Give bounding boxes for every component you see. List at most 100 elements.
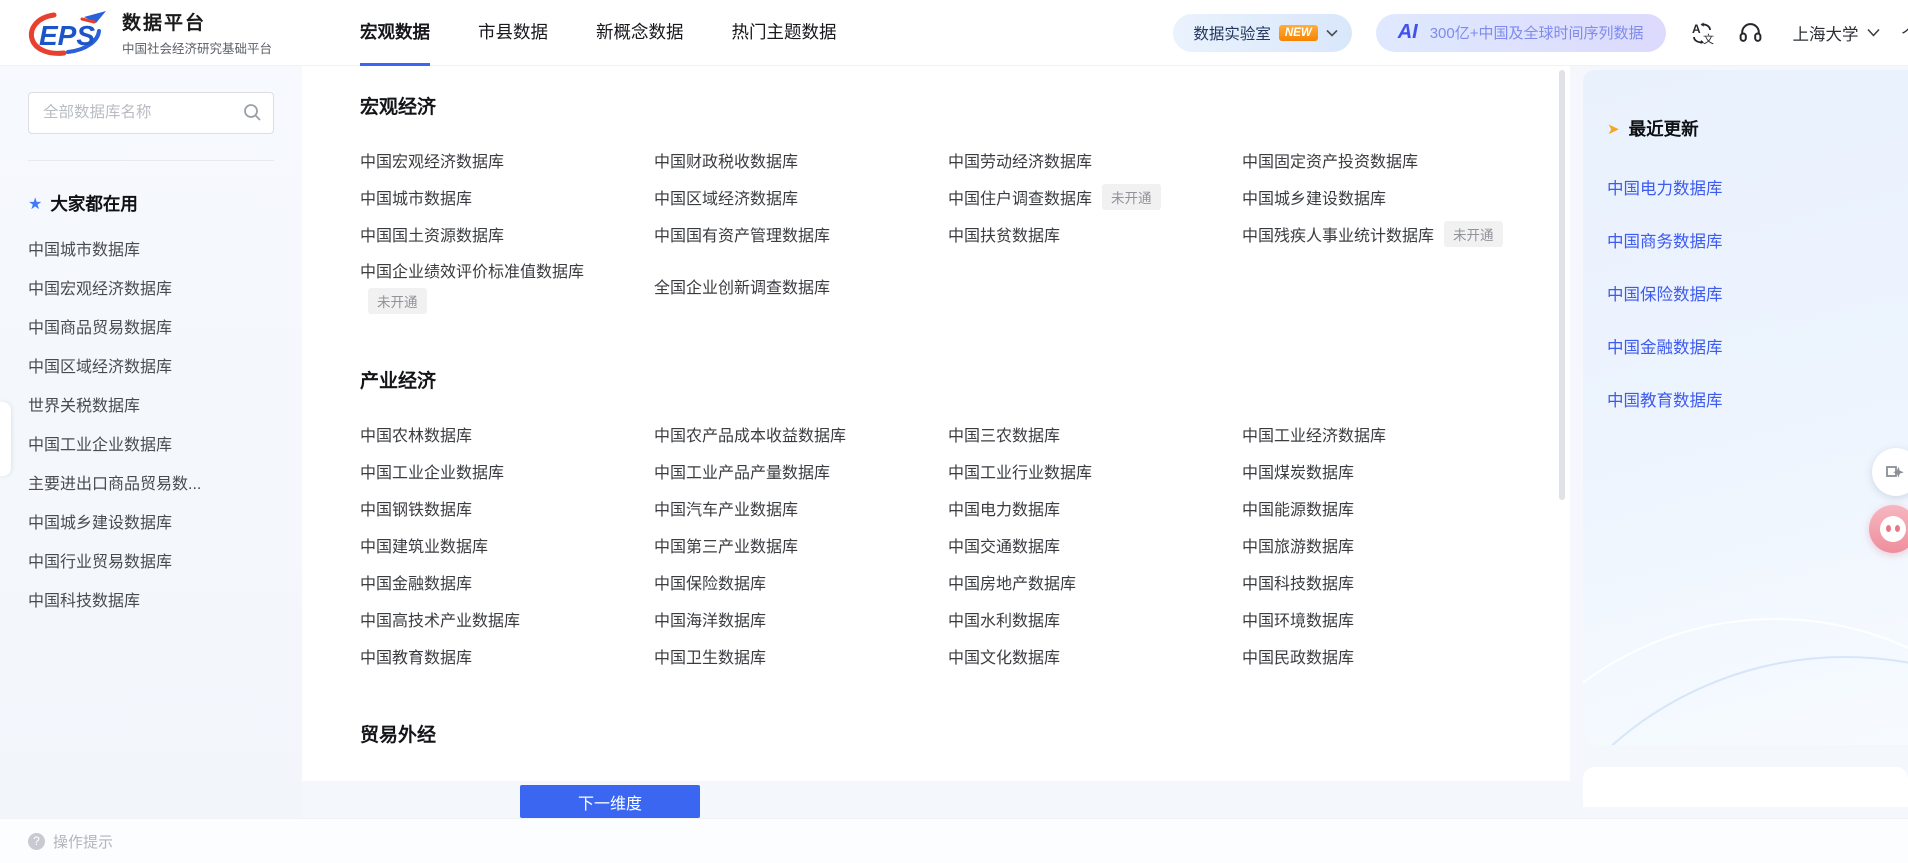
database-link-item: 中国商品贸易数据库 xyxy=(360,776,654,782)
logo[interactable]: EPS 数据平台 中国社会经济研究基础平台 xyxy=(24,7,272,59)
operation-hint[interactable]: ? 操作提示 xyxy=(28,831,113,852)
nav-tab[interactable]: 宏观数据 xyxy=(360,0,430,66)
database-link[interactable]: 中国区域经济数据库 xyxy=(654,185,798,209)
database-link[interactable]: 中国旅游数据库 xyxy=(1242,533,1354,557)
database-link-item: 中国海洋数据库 xyxy=(654,607,948,631)
sidebar-database-link[interactable]: 主要进出口商品贸易数... xyxy=(28,462,274,501)
database-link[interactable]: 中国保险数据库 xyxy=(654,570,766,594)
ai-label: 300亿+中国及全球时间序列数据 xyxy=(1430,22,1644,43)
headset-support-icon[interactable] xyxy=(1738,20,1763,45)
database-link[interactable]: 中国金融数据库 xyxy=(360,570,472,594)
database-link[interactable]: 中国建筑业数据库 xyxy=(360,533,488,557)
database-link[interactable]: 中国交通数据库 xyxy=(948,533,1060,557)
database-link[interactable]: 中国煤炭数据库 xyxy=(1242,459,1354,483)
database-link[interactable]: 中国国土资源数据库 xyxy=(360,222,504,246)
database-grid: 中国农林数据库 中国农产品成本收益数据库 中国三农数据库 中国工业经济数据库 xyxy=(360,415,1570,674)
database-link[interactable]: 中国工业产品产量数据库 xyxy=(654,459,830,483)
database-link[interactable]: 中国第三产业数据库 xyxy=(654,533,798,557)
recent-update-item: 中国商务数据库 xyxy=(1607,228,1908,252)
database-link[interactable]: 中国卫生数据库 xyxy=(654,644,766,668)
sidebar-database-link[interactable]: 中国城乡建设数据库 xyxy=(28,501,274,540)
database-link[interactable]: 中国宏观经济数据库 xyxy=(360,148,504,172)
database-link[interactable]: 中国商品贸易数据库 xyxy=(360,776,504,782)
recent-update-link[interactable]: 中国教育数据库 xyxy=(1607,392,1723,410)
database-link[interactable]: 中国农林数据库 xyxy=(360,422,472,446)
database-link[interactable]: 全国企业创新调查数据库 xyxy=(654,274,830,298)
database-link[interactable]: 中国钢铁数据库 xyxy=(360,496,472,520)
sidebar-database-link[interactable]: 中国宏观经济数据库 xyxy=(28,267,274,306)
svg-text:EPS: EPS xyxy=(39,20,95,51)
search-icon[interactable] xyxy=(243,103,262,122)
search-input[interactable] xyxy=(28,92,274,134)
popular-database-list: 中国城市数据库 中国宏观经济数据库 中国商品贸易数据库 中国区域经济数据库 世界… xyxy=(28,228,274,618)
database-link[interactable]: 中国城乡建设数据库 xyxy=(1242,185,1386,209)
sidebar-database-link[interactable]: 中国工业企业数据库 xyxy=(28,423,274,462)
database-link[interactable]: 中国企业绩效评价标准值数据库 xyxy=(360,258,584,282)
nav-tab[interactable]: 新概念数据 xyxy=(596,0,684,66)
sidebar-database-link[interactable]: 中国商品贸易数据库 xyxy=(28,306,274,345)
database-link-item: 中国教育数据库 xyxy=(360,644,654,668)
ai-data-button[interactable]: AI 300亿+中国及全球时间序列数据 xyxy=(1376,14,1666,52)
section-foreign-trade: 贸易外经 中国商品贸易数据库 中国地区贸易数据库 中国行业贸易数据库 xyxy=(360,720,1570,781)
recent-update-link[interactable]: 中国商务数据库 xyxy=(1607,233,1723,251)
sidebar-database-link[interactable]: 中国科技数据库 xyxy=(28,579,274,618)
database-link-item: 中国文化数据库 xyxy=(948,644,1242,668)
sidebar-collapse-handle[interactable] xyxy=(0,402,11,476)
recent-update-link[interactable]: 中国电力数据库 xyxy=(1607,180,1723,198)
sidebar-database-link[interactable]: 世界关税数据库 xyxy=(28,384,274,423)
database-link[interactable]: 中国工业经济数据库 xyxy=(1242,422,1386,446)
popular-section-title: 大家都在用 xyxy=(50,191,138,216)
database-link-item: 中国工业产品产量数据库 xyxy=(654,459,948,483)
scrollbar-thumb[interactable] xyxy=(1559,70,1565,500)
database-link[interactable]: 中国汽车产业数据库 xyxy=(654,496,798,520)
database-link[interactable]: 中国能源数据库 xyxy=(1242,496,1354,520)
next-dimension-button[interactable]: 下一维度 xyxy=(520,785,700,818)
database-link[interactable]: 中国住户调查数据库 xyxy=(948,185,1092,209)
database-link[interactable]: 中国科技数据库 xyxy=(1242,570,1354,594)
database-link[interactable]: 中国贸易指数数据库 xyxy=(1242,776,1386,782)
language-switch-icon[interactable]: A 文 xyxy=(1690,21,1714,45)
database-link[interactable]: 中国高技术产业数据库 xyxy=(360,607,520,631)
footer-bar: ? 操作提示 xyxy=(0,818,1908,863)
database-link[interactable]: 中国地区贸易数据库 xyxy=(654,776,798,782)
sidebar-database-link[interactable]: 中国城市数据库 xyxy=(28,228,274,267)
database-link[interactable]: 中国行业贸易数据库 xyxy=(948,776,1092,782)
sidebar-database-link[interactable]: 中国区域经济数据库 xyxy=(28,345,274,384)
database-link-item: 中国建筑业数据库 xyxy=(360,533,654,557)
database-link[interactable]: 中国三农数据库 xyxy=(948,422,1060,446)
database-link-item: 中国企业绩效评价标准值数据库 未开通 xyxy=(360,252,654,320)
recent-update-link[interactable]: 中国金融数据库 xyxy=(1607,339,1723,357)
database-link[interactable]: 中国财政税收数据库 xyxy=(654,148,798,172)
data-lab-button[interactable]: 数据实验室 NEW xyxy=(1173,14,1351,52)
database-link[interactable]: 中国教育数据库 xyxy=(360,644,472,668)
database-link[interactable]: 中国工业企业数据库 xyxy=(360,459,504,483)
database-link[interactable]: 中国文化数据库 xyxy=(948,644,1060,668)
recent-update-link[interactable]: 中国保险数据库 xyxy=(1607,286,1723,304)
database-link[interactable]: 中国国有资产管理数据库 xyxy=(654,222,830,246)
nav-tab[interactable]: 市县数据 xyxy=(478,0,548,66)
nav-tab[interactable]: 热门主题数据 xyxy=(732,0,837,66)
database-link-item: 中国区域经济数据库 xyxy=(654,185,948,209)
database-link[interactable]: 中国水利数据库 xyxy=(948,607,1060,631)
database-link[interactable]: 中国工业行业数据库 xyxy=(948,459,1092,483)
database-link[interactable]: 中国农产品成本收益数据库 xyxy=(654,422,846,446)
section-title: 宏观经济 xyxy=(360,92,1570,119)
database-link-item: 中国汽车产业数据库 xyxy=(654,496,948,520)
database-link[interactable]: 中国扶贫数据库 xyxy=(948,222,1060,246)
database-link[interactable]: 中国房地产数据库 xyxy=(948,570,1076,594)
account-menu[interactable]: 上海大学 xyxy=(1793,21,1880,45)
database-link[interactable]: 中国城市数据库 xyxy=(360,185,472,209)
clipped-menu-item[interactable]: 个 xyxy=(1902,21,1908,45)
database-link-item: 中国工业行业数据库 xyxy=(948,459,1242,483)
database-link[interactable]: 中国民政数据库 xyxy=(1242,644,1354,668)
sidebar-database-link[interactable]: 中国行业贸易数据库 xyxy=(28,540,274,579)
database-link-item: 中国行业贸易数据库 xyxy=(948,776,1242,782)
database-link[interactable]: 中国残疾人事业统计数据库 xyxy=(1242,222,1434,246)
star-icon: ★ xyxy=(28,194,42,214)
database-link[interactable]: 中国电力数据库 xyxy=(948,496,1060,520)
question-icon: ? xyxy=(28,833,45,850)
database-link[interactable]: 中国劳动经济数据库 xyxy=(948,148,1092,172)
database-link[interactable]: 中国海洋数据库 xyxy=(654,607,766,631)
database-link[interactable]: 中国环境数据库 xyxy=(1242,607,1354,631)
database-link[interactable]: 中国固定资产投资数据库 xyxy=(1242,148,1418,172)
